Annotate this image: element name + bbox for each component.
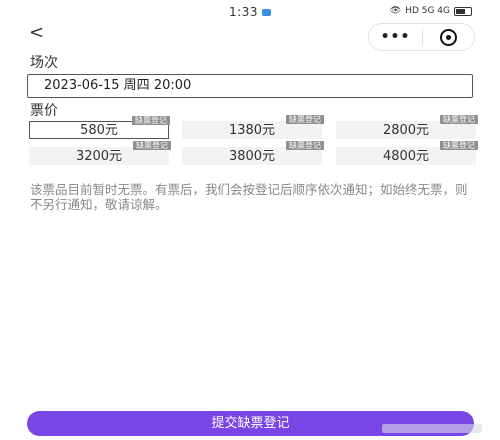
session-label: 场次 <box>30 55 58 71</box>
watermark <box>382 424 482 433</box>
waitlist-tag: 缺票登记 <box>132 116 170 125</box>
status-icons: 👁 HD 5G 4G <box>390 6 472 16</box>
price-option[interactable]: 1380元 缺票登记 <box>182 115 324 139</box>
price-option[interactable]: 3200元 缺票登记 <box>29 141 171 165</box>
notice-text: 该票品目前暂时无票。有票后，我们会按登记后顺序依次通知；如始终无票，则不另行通知… <box>30 182 468 212</box>
price-value: 1380元 <box>228 123 276 138</box>
price-option[interactable]: 4800元 缺票登记 <box>336 141 478 165</box>
price-option[interactable]: 2800元 缺票登记 <box>336 115 478 139</box>
price-value: 4800元 <box>382 149 430 164</box>
waitlist-tag: 缺票登记 <box>286 115 324 124</box>
waitlist-tag: 缺票登记 <box>286 141 324 150</box>
waitlist-tag: 缺票登记 <box>133 141 171 150</box>
close-circle-icon <box>440 28 457 46</box>
price-label: 票价 <box>30 103 58 119</box>
price-value: 580元 <box>80 123 118 138</box>
waitlist-tag: 缺票登记 <box>440 141 478 150</box>
price-value: 3800元 <box>228 149 276 164</box>
status-bar: 1:33 👁 HD 5G 4G <box>0 0 500 24</box>
price-value: 3200元 <box>75 149 123 164</box>
battery-icon <box>454 6 472 16</box>
nav-bar: < ••• <box>0 22 500 51</box>
mini-program-capsule: ••• <box>368 23 475 51</box>
back-button[interactable]: < <box>29 22 44 44</box>
notification-icon <box>261 8 271 16</box>
network-indicator: HD 5G 4G <box>405 6 450 16</box>
price-value: 2800元 <box>382 123 430 138</box>
price-option[interactable]: 580元 缺票登记 <box>29 116 170 139</box>
waitlist-tag: 缺票登记 <box>440 115 478 124</box>
price-option[interactable]: 3800元 缺票登记 <box>182 141 324 165</box>
status-time: 1:33 <box>229 5 258 19</box>
session-option[interactable]: 2023-06-15 周四 20:00 <box>27 74 473 98</box>
more-menu-button[interactable]: ••• <box>369 24 422 50</box>
close-mini-program-button[interactable] <box>423 24 474 50</box>
eye-icon: 👁 <box>389 6 402 16</box>
